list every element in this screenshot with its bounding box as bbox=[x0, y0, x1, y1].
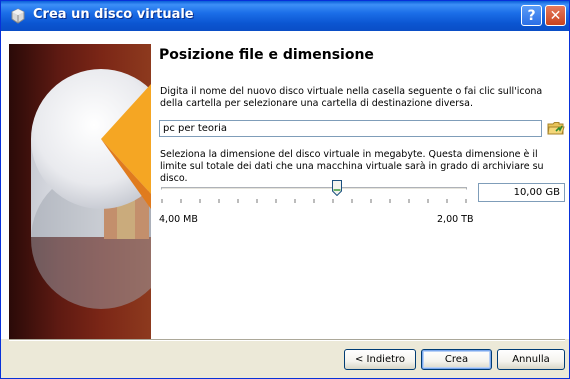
location-description: Digita il nome del nuovo disco virtuale … bbox=[160, 86, 543, 109]
size-max-label: 2,00 TB bbox=[437, 214, 474, 225]
page-heading: Posizione file e dimensione bbox=[159, 47, 374, 63]
disk-size-input[interactable]: 10,00 GB bbox=[478, 183, 565, 202]
back-button[interactable]: < Indietro bbox=[344, 349, 416, 370]
slider-track bbox=[161, 187, 467, 190]
help-icon: ? bbox=[527, 7, 536, 24]
close-icon: ✕ bbox=[549, 7, 562, 24]
help-button[interactable]: ? bbox=[521, 5, 542, 26]
window-title: Crea un disco virtuale bbox=[33, 7, 194, 22]
size-min-label: 4,00 MB bbox=[159, 214, 198, 225]
slider-thumb[interactable] bbox=[331, 180, 342, 196]
title-bar[interactable]: Crea un disco virtuale ? ✕ bbox=[1, 1, 569, 31]
button-separator bbox=[9, 339, 565, 341]
virtualbox-icon bbox=[11, 8, 25, 24]
disk-pie-illustration bbox=[31, 69, 151, 309]
close-button[interactable]: ✕ bbox=[545, 5, 566, 26]
choose-folder-button[interactable] bbox=[547, 119, 565, 137]
cancel-button[interactable]: Annulla bbox=[497, 349, 565, 370]
slider-ticks bbox=[161, 199, 467, 203]
folder-icon bbox=[547, 122, 565, 135]
wizard-side-image bbox=[9, 44, 151, 339]
disk-size-slider[interactable] bbox=[159, 179, 470, 213]
filename-input[interactable]: pc per teoria bbox=[159, 120, 542, 137]
wizard-window: Crea un disco virtuale ? ✕ Posizione fil… bbox=[0, 0, 570, 379]
create-button[interactable]: Crea bbox=[421, 349, 492, 370]
